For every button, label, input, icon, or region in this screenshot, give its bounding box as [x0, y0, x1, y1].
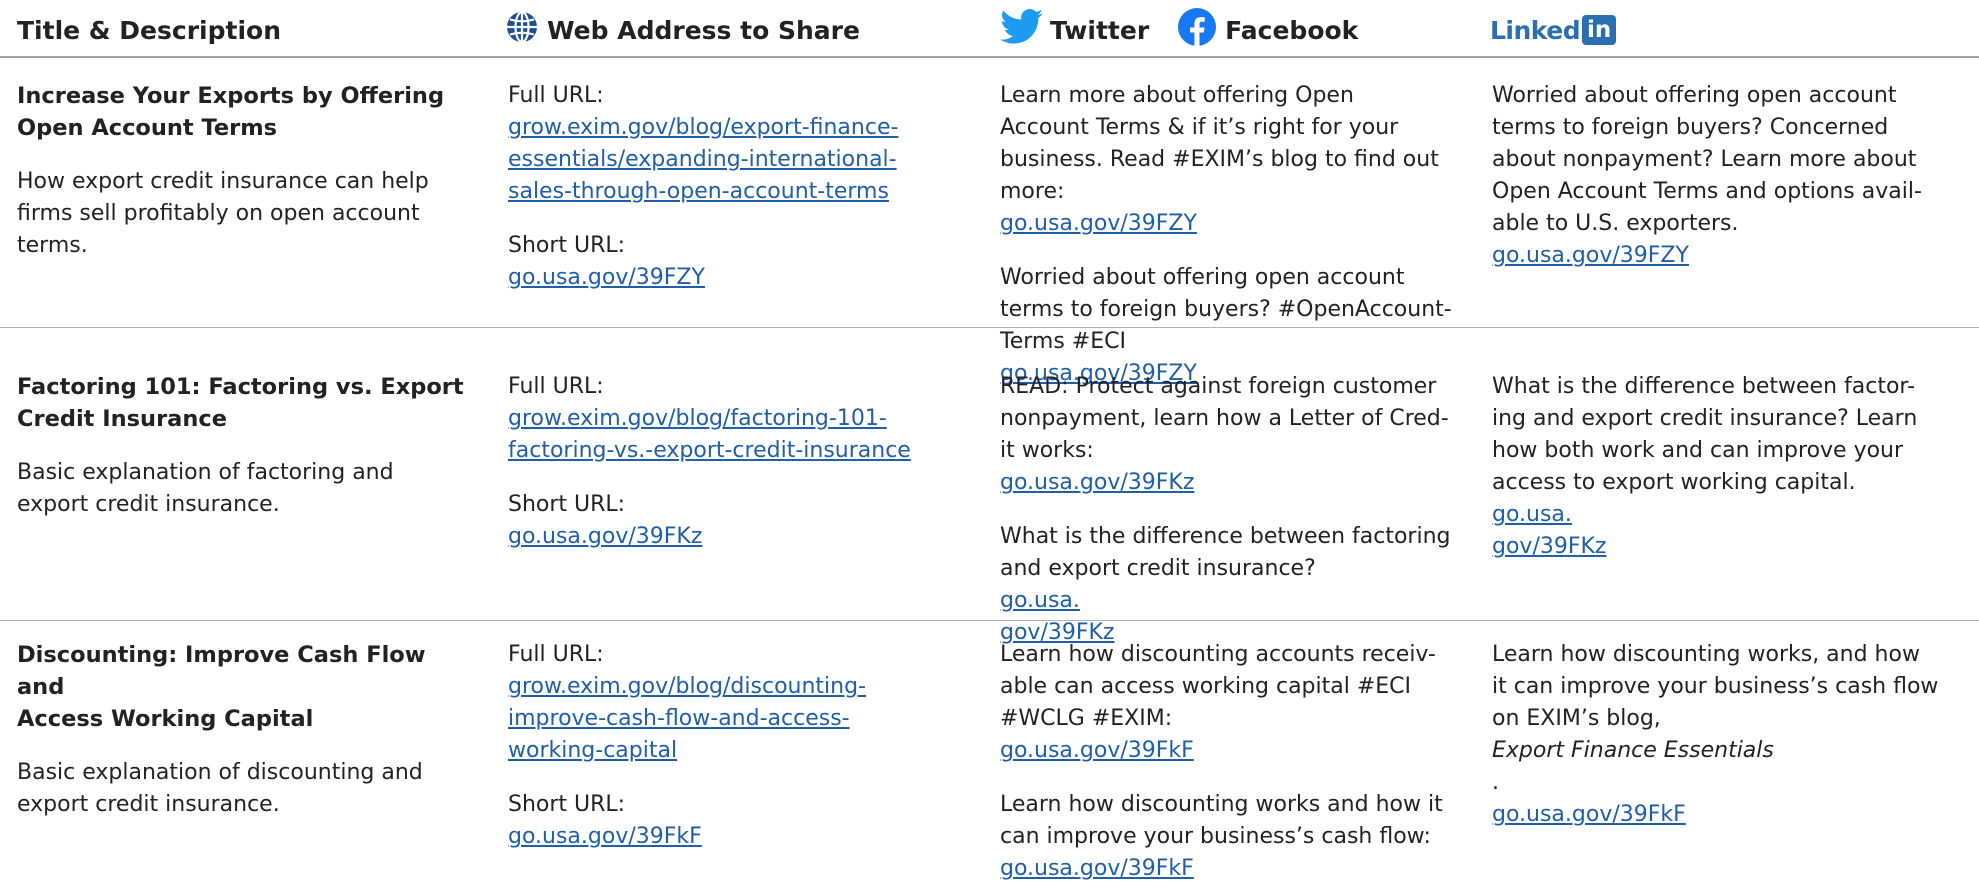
social-post-1: READ: Protect against foreign customer n… [1000, 374, 1449, 495]
linkedin-post: What is the difference between factor- i… [1492, 371, 1962, 563]
full-url-link[interactable]: grow.exim.gov/blog/factoring-101- factor… [508, 403, 968, 467]
post-link[interactable]: go.usa.gov/39FkF [1000, 853, 1460, 885]
row-linkedin: Worried about offering open account term… [1492, 80, 1962, 272]
table-header: Title & Description Web Address to Share… [0, 0, 1979, 58]
row-linkedin: Learn how discounting works, and how it … [1492, 639, 1962, 831]
row-web-address: Full URL: grow.exim.gov/blog/factoring-1… [508, 371, 968, 553]
post-link[interactable]: go.usa.gov/39FkF [1492, 799, 1962, 831]
row-description: Basic explanation of factoring and expor… [17, 460, 394, 517]
post-link[interactable]: go.usa.gov/39FKz [1000, 470, 1194, 495]
social-post-1: Learn how discounting accounts receiv- a… [1000, 642, 1436, 763]
table-row: Increase Your Exports by Offering Open A… [0, 58, 1979, 386]
linkedin-logo: Linked in [1490, 10, 1617, 50]
short-url-link[interactable]: go.usa.gov/39FKz [508, 521, 968, 553]
globe-icon [505, 10, 539, 50]
row-web-address: Full URL: grow.exim.gov/blog/discounting… [508, 639, 968, 853]
row-title-description: Discounting: Improve Cash Flow and Acces… [17, 639, 467, 821]
full-url-link[interactable]: grow.exim.gov/blog/export-finance- essen… [508, 112, 968, 208]
row-title-description: Increase Your Exports by Offering Open A… [17, 80, 467, 262]
row-description: Basic explanation of discounting and exp… [17, 760, 423, 817]
facebook-icon [1177, 7, 1217, 53]
row-linkedin: What is the difference between factor- i… [1492, 371, 1962, 563]
twitter-bird-icon [1000, 9, 1044, 51]
short-url-label: Short URL: [508, 492, 626, 517]
row-web-address: Full URL: grow.exim.gov/blog/export-fina… [508, 80, 968, 294]
row-twitter-facebook: Learn how discounting accounts receiv- a… [1000, 639, 1460, 885]
social-post-1: Learn more about offering Open Account T… [1000, 83, 1439, 236]
full-url-label: Full URL: [508, 83, 604, 108]
row-description: How export credit insurance can help fir… [17, 169, 429, 258]
linkedin-post: Learn how discounting works, and how it … [1492, 639, 1962, 831]
row-title: Factoring 101: Factoring vs. Export Cred… [17, 374, 464, 432]
social-post-2: Learn how discounting works and how it c… [1000, 789, 1460, 885]
short-url-label: Short URL: [508, 792, 626, 817]
post-link[interactable]: go.usa. [1492, 502, 1572, 527]
row-title: Increase Your Exports by Offering Open A… [17, 83, 445, 141]
row-title: Discounting: Improve Cash Flow and Acces… [17, 642, 426, 732]
short-url-link[interactable]: go.usa.gov/39FkF [508, 821, 968, 853]
header-web-address: Web Address to Share [505, 10, 860, 50]
table-row: Factoring 101: Factoring vs. Export Cred… [0, 328, 1979, 645]
row-title-description: Factoring 101: Factoring vs. Export Cred… [17, 371, 467, 521]
blog-name: Export Finance Essentials [1492, 738, 1774, 763]
post-link[interactable]: go.usa.gov/39FZY [1000, 211, 1197, 236]
short-url-label: Short URL: [508, 233, 626, 258]
row-twitter-facebook: READ: Protect against foreign customer n… [1000, 371, 1460, 649]
header-title-description: Title & Description [17, 15, 282, 45]
post-link[interactable]: gov/39FKz [1492, 531, 1962, 563]
post-link[interactable]: go.usa. [1000, 588, 1080, 613]
full-url-link[interactable]: grow.exim.gov/blog/discounting- improve-… [508, 671, 968, 767]
table-row: Discounting: Improve Cash Flow and Acces… [0, 621, 1979, 881]
full-url-label: Full URL: [508, 642, 604, 667]
header-twitter: Twitter Facebook [1000, 7, 1358, 53]
short-url-link[interactable]: go.usa.gov/39FZY [508, 262, 968, 294]
post-link[interactable]: go.usa.gov/39FkF [1000, 738, 1194, 763]
linkedin-post: Worried about offering open account term… [1492, 83, 1922, 268]
full-url-label: Full URL: [508, 374, 604, 399]
post-link[interactable]: go.usa.gov/39FZY [1492, 243, 1689, 268]
